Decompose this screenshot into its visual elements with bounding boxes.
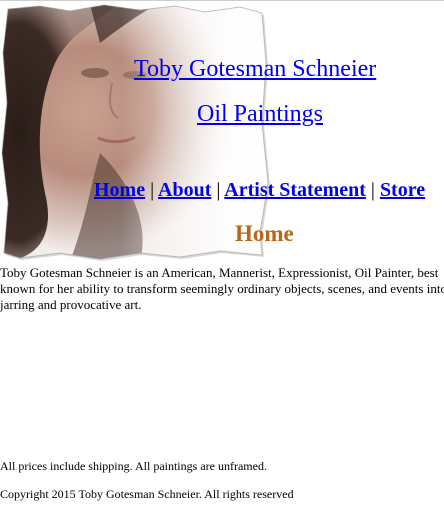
artist-portrait-image [0,3,270,261]
nav-about-link[interactable]: About [158,179,211,201]
nav-separator: | [370,179,375,201]
site-subtitle[interactable]: Oil Paintings [197,100,323,128]
page-heading: Home [235,221,294,246]
top-divider [0,0,444,1]
nav-separator: | [150,179,155,201]
nav-store-link[interactable]: Store [380,179,425,201]
site-subtitle-link[interactable]: Oil Paintings [197,101,323,127]
intro-paragraph: Toby Gotesman Schneier is an American, M… [0,265,444,312]
nav-home-link[interactable]: Home [94,179,145,201]
prices-note: All prices include shipping. All paintin… [0,459,267,473]
site-title[interactable]: Toby Gotesman Schneier [134,55,376,83]
main-nav: Home | About | Artist Statement | Store [94,177,425,203]
nav-separator: | [216,179,221,201]
copyright-text: Copyright 2015 Toby Gotesman Schneier. A… [0,487,294,501]
page: Toby Gotesman Schneier Oil Paintings Hom… [0,0,444,512]
site-title-link[interactable]: Toby Gotesman Schneier [134,56,376,82]
nav-artist-statement-link[interactable]: Artist Statement [224,179,366,201]
